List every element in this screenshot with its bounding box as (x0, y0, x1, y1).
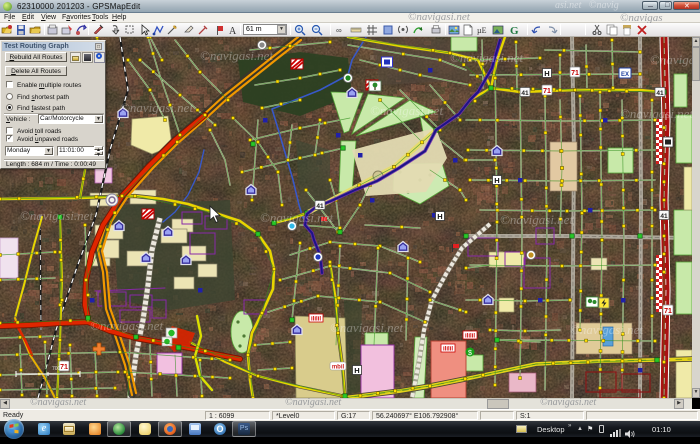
svg-text:©navigasi.net: ©navigasi.net (500, 212, 573, 227)
svg-text:71: 71 (571, 70, 579, 77)
svg-text:H: H (544, 69, 549, 78)
svg-text:©navigasi.net: ©navigasi.net (120, 100, 193, 115)
svg-text:71: 71 (664, 308, 672, 315)
svg-text:ililil: ililil (443, 347, 453, 353)
svg-text:©navigasi.net: ©navigasi.net (200, 48, 273, 63)
svg-text:41: 41 (316, 203, 324, 210)
svg-text:©navigasi.net: ©navigasi.net (20, 208, 93, 223)
svg-text:A: A (229, 26, 237, 36)
svg-text:©navigasi.net: ©navigasi.net (260, 210, 333, 225)
svg-text:µE: µE (477, 26, 487, 35)
svg-text:∞: ∞ (336, 26, 342, 35)
svg-text:ililil: ililil (311, 317, 321, 323)
svg-text:©navigasi.net: ©navigasi.net (90, 318, 163, 333)
svg-text:©navigasi.net: ©navigasi.net (330, 320, 403, 335)
svg-text:H: H (354, 366, 359, 375)
svg-text:G: G (510, 25, 519, 36)
svg-text:71: 71 (543, 88, 551, 95)
svg-text:mbil: mbil (332, 365, 345, 371)
svg-text:41: 41 (660, 213, 668, 220)
svg-text:ililil: ililil (465, 334, 475, 340)
svg-text:$: $ (468, 350, 472, 357)
svg-text:700 m: 700 m (52, 366, 66, 372)
svg-text:©navigasi.net: ©navigasi.net (650, 52, 692, 67)
svg-text:©navigasi.net: ©navigasi.net (370, 103, 443, 118)
svg-text:41: 41 (521, 90, 529, 97)
svg-text:©navigasi.net: ©navigasi.net (570, 322, 643, 337)
svg-text:©navigasi.net: ©navigasi.net (450, 50, 523, 65)
svg-text:EX: EX (621, 72, 629, 78)
svg-text:©navigasi.net: ©navigasi.net (620, 106, 692, 121)
svg-text:H: H (437, 212, 442, 221)
svg-text:H: H (494, 176, 499, 185)
svg-text:41: 41 (656, 90, 664, 97)
